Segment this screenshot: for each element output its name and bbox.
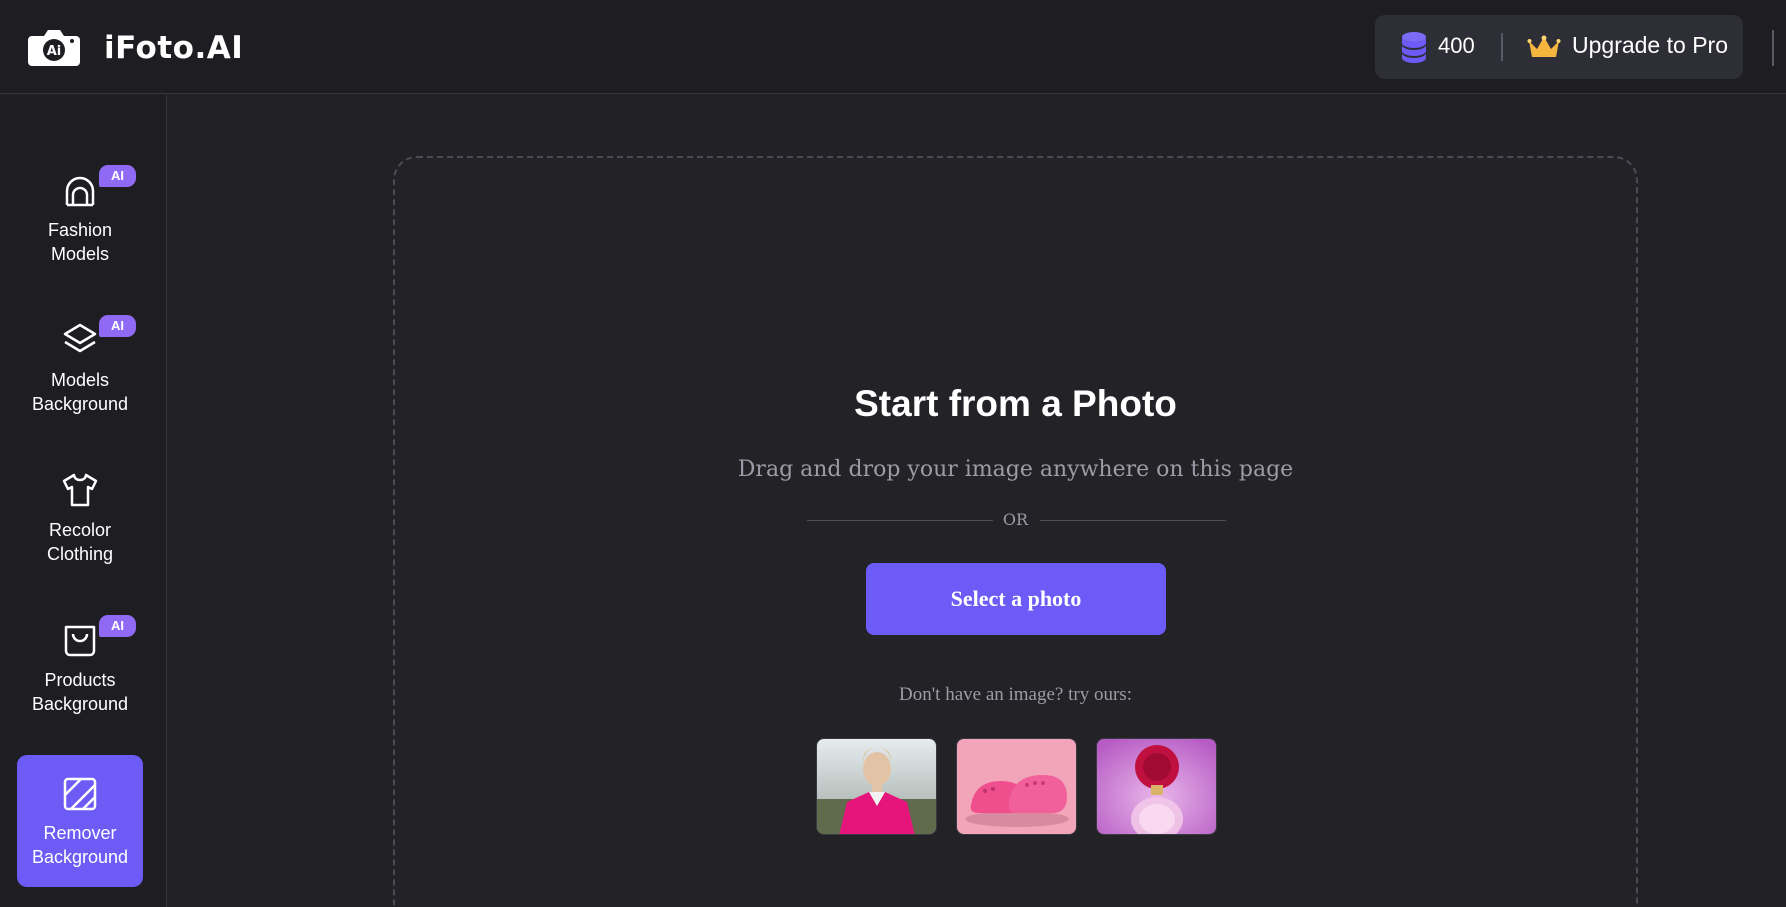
or-separator: OR — [1002, 510, 1029, 529]
divider — [1501, 33, 1503, 61]
sidebar-item-label: Recolor Clothing — [46, 520, 114, 564]
sidebar-item-recolor-clothing[interactable]: Recolor Clothing — [17, 463, 143, 595]
sample-pink-clogs[interactable] — [956, 738, 1077, 835]
top-bar: Ai iFoto.AI 400 Upgrade to Pro — [0, 0, 1786, 94]
mannequin-icon — [65, 176, 95, 207]
upgrade-to-pro-link[interactable]: Upgrade to Pro — [1572, 32, 1728, 59]
sidebar-item-products-background[interactable]: AI Products Background — [17, 613, 143, 745]
divider — [1040, 520, 1226, 521]
sidebar-item-models-background[interactable]: AI Models Background — [17, 313, 143, 445]
sidebar-item-label: Fashion Models — [47, 220, 113, 264]
credits-count: 400 — [1438, 33, 1475, 58]
sample-prompt: Don't have an image? try ours: — [899, 684, 1132, 705]
sidebar-item-label: Products Background — [31, 670, 129, 714]
sample-image — [1097, 739, 1216, 834]
divider — [1772, 30, 1774, 66]
sample-pink-perfume[interactable] — [1096, 738, 1217, 835]
sample-image — [957, 739, 1076, 834]
crown-icon — [1527, 35, 1561, 57]
coin-stack-icon — [1402, 32, 1426, 63]
sample-woman-pink-blazer[interactable] — [816, 738, 937, 835]
erase-background-icon — [63, 777, 97, 811]
sample-image — [817, 739, 936, 834]
svg-text:Ai: Ai — [47, 44, 62, 59]
sidebar-item-fashion-models[interactable]: AI Fashion Models — [17, 163, 143, 295]
layers-icon — [63, 323, 97, 353]
ai-badge: AI — [99, 315, 136, 337]
sidebar-item-label: Remover Background — [31, 823, 129, 867]
ai-badge: AI — [99, 165, 136, 187]
shopping-bag-icon — [64, 625, 96, 657]
credits-and-upgrade[interactable]: 400 Upgrade to Pro — [1375, 15, 1743, 79]
dropzone-instructions: Drag and drop your image anywhere on thi… — [737, 457, 1294, 482]
page-title: Start from a Photo — [854, 383, 1177, 424]
upload-dropzone[interactable]: Start from a Photo Drag and drop your im… — [393, 156, 1638, 907]
sidebar: AI Fashion Models AI Models Background R… — [0, 95, 167, 907]
brand-name[interactable]: iFoto.AI — [104, 30, 243, 66]
sidebar-item-remover-background[interactable]: Remover Background — [17, 755, 143, 887]
ai-badge: AI — [99, 615, 136, 637]
tshirt-icon — [62, 473, 98, 507]
sidebar-item-label: Models Background — [31, 370, 129, 414]
select-photo-button[interactable]: Select a photo — [866, 563, 1166, 635]
camera-ai-icon[interactable]: Ai — [28, 26, 80, 68]
